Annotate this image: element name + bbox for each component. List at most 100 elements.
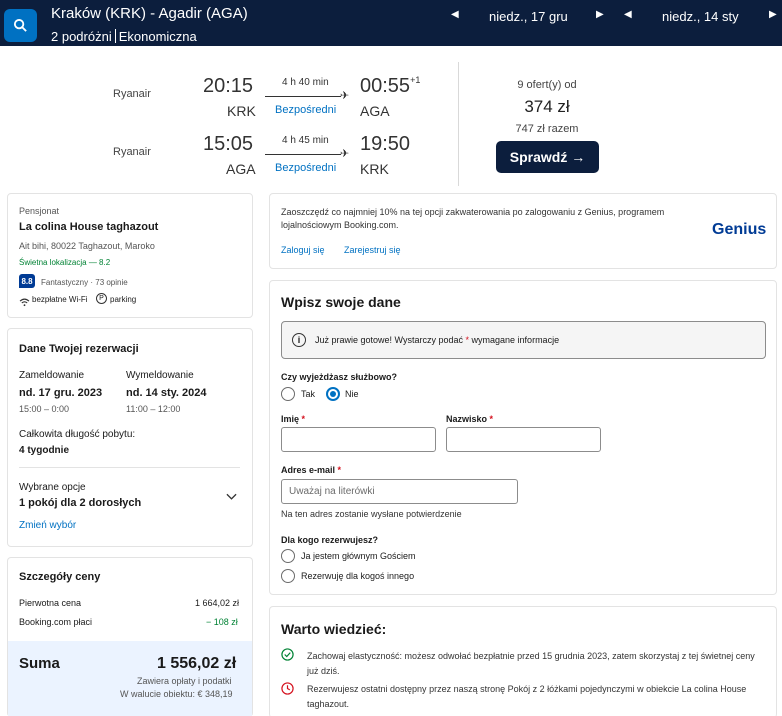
- required-star: *: [301, 414, 306, 424]
- inbound-airline: Ryanair: [113, 146, 151, 158]
- inbound-arr-code: KRK: [360, 161, 389, 177]
- last-name-label: Nazwisko *: [446, 414, 493, 424]
- radio-business-yes[interactable]: [281, 387, 295, 401]
- amenity-parking: parking: [110, 295, 137, 304]
- radio-main-guest[interactable]: [281, 549, 295, 563]
- inbound-duration: 4 h 45 min: [282, 135, 329, 146]
- info-icon: i: [292, 333, 306, 347]
- radio-main-guest-label[interactable]: Ja jestem głównym Gościem: [301, 551, 416, 561]
- cabin-class: Ekonomiczna: [118, 29, 197, 44]
- wifi-icon: [19, 294, 30, 312]
- radio-no-label[interactable]: Nie: [345, 389, 359, 399]
- flight-price-total: 747 zł razem: [515, 123, 579, 135]
- divider: [19, 467, 240, 468]
- divider: [458, 62, 459, 186]
- inbound-arr-time: 19:50: [360, 133, 411, 155]
- amenity-wifi: bezpłatne Wi-Fi: [32, 295, 88, 304]
- location-score: Świetna lokalizacja — 8.2: [19, 258, 111, 267]
- checkout-date: nd. 14 sty. 2024: [126, 387, 207, 399]
- review-score-text: Fantastyczny · 73 opinie: [41, 278, 128, 287]
- offers-count: 9 ofert(y) od: [517, 79, 577, 91]
- outbound-stops: Bezpośredni: [275, 104, 337, 116]
- outbound-arr-time: 00:55+1: [360, 75, 420, 98]
- last-name-label-text: Nazwisko: [446, 414, 488, 424]
- last-name-input[interactable]: [446, 427, 601, 452]
- day-offset: +1: [410, 75, 421, 85]
- property-address: Ait bihi, 80022 Taghazout, Maroko: [19, 241, 155, 251]
- review-score-badge: 8.8: [19, 274, 35, 288]
- total-value: 1 556,02 zł: [157, 655, 237, 672]
- depart-next-arrow[interactable]: ▶: [596, 9, 604, 20]
- reservation-title: Dane Twojej rezerwacji: [19, 343, 139, 355]
- email-placeholder: Uważaj na literówki: [289, 486, 375, 497]
- route-title[interactable]: Kraków (KRK) - Agadir (AGA): [51, 5, 248, 22]
- travellers-count: 2 podróżni: [51, 29, 112, 44]
- depart-date[interactable]: niedz., 17 gru: [489, 9, 568, 24]
- outbound-dep-code: KRK: [227, 103, 256, 119]
- depart-prev-arrow[interactable]: ◀: [451, 9, 459, 20]
- inbound-dep-time: 15:05: [203, 133, 254, 155]
- search-summary-bar: Kraków (KRK) - Agadir (AGA) 2 podróżni Ek…: [0, 0, 782, 46]
- info-text-end: wymagane informacje: [471, 335, 560, 345]
- radio-business-no[interactable]: [326, 387, 340, 401]
- change-selection-link[interactable]: Zmień wybór: [19, 520, 76, 531]
- check-button[interactable]: Sprawdź →: [496, 141, 599, 173]
- outbound-route-line: [265, 96, 341, 97]
- email-hint: Na ten adres zostanie wysłane potwierdze…: [281, 509, 462, 519]
- chevron-down-icon[interactable]: [226, 488, 237, 506]
- radio-someone-else[interactable]: [281, 569, 295, 583]
- total-note-taxes: Zawiera opłaty i podatki: [137, 676, 232, 686]
- good-to-know-item-1: Zachowaj elastyczność: możesz odwołać be…: [307, 651, 755, 676]
- flight-price: 374 zł: [524, 97, 570, 116]
- discount-value: − 108 zł: [206, 617, 238, 627]
- business-question: Czy wyjeżdżasz służbowo?: [281, 372, 398, 382]
- outbound-dep-time: 20:15: [203, 75, 254, 97]
- genius-logo: Genius: [712, 221, 767, 238]
- stay-value: 4 tygodnie: [19, 445, 70, 456]
- property-name: La colina House taghazout: [19, 221, 159, 233]
- inbound-stops: Bezpośredni: [275, 162, 337, 174]
- total-note-currency: W walucie obiektu: € 348,19: [120, 689, 233, 699]
- good-to-know-title: Warto wiedzieć:: [281, 621, 387, 637]
- email-input[interactable]: Uważaj na literówki: [281, 479, 518, 504]
- options-value: 1 pokój dla 2 dorosłych: [19, 497, 142, 509]
- checkout-label: Wymeldowanie: [126, 370, 194, 381]
- plane-icon: ✈: [340, 90, 350, 102]
- inbound-dep-code: AGA: [226, 161, 256, 177]
- discount-label: Booking.com płaci: [19, 617, 93, 627]
- first-name-label: Imię *: [281, 414, 305, 424]
- stay-label: Całkowita długość pobytu:: [19, 429, 136, 440]
- required-star: *: [489, 414, 494, 424]
- options-label: Wybrane opcje: [19, 482, 86, 493]
- inbound-route-line: [265, 154, 341, 155]
- outbound-duration: 4 h 40 min: [282, 77, 329, 88]
- first-name-input[interactable]: [281, 427, 436, 452]
- check-circle-icon: [281, 648, 294, 666]
- for-whom-question: Dla kogo rezerwujesz?: [281, 535, 379, 545]
- first-name-label-text: Imię: [281, 414, 300, 424]
- search-button[interactable]: [4, 9, 37, 42]
- return-next-arrow[interactable]: ▶: [769, 9, 777, 20]
- outbound-arr-time-value: 00:55: [360, 75, 411, 97]
- original-price-value: 1 664,02 zł: [195, 598, 240, 608]
- required-star: *: [465, 335, 470, 345]
- clock-icon: [281, 682, 294, 700]
- return-date[interactable]: niedz., 14 sty: [662, 9, 739, 24]
- genius-text: Zaoszczędź co najmniej 10% na tej opcji …: [281, 207, 665, 230]
- outbound-airline: Ryanair: [113, 88, 151, 100]
- plane-icon: ✈: [340, 148, 350, 160]
- property-type: Pensjonat: [19, 206, 60, 216]
- radio-yes-label[interactable]: Tak: [301, 389, 315, 399]
- required-star: *: [337, 465, 342, 475]
- login-link[interactable]: Zaloguj się: [281, 245, 325, 255]
- register-link[interactable]: Zarejestruj się: [344, 245, 401, 255]
- travel-details[interactable]: 2 podróżni Ekonomiczna: [51, 29, 197, 44]
- checkout-time: 11:00 – 12:00: [126, 404, 181, 414]
- search-icon: [13, 18, 27, 32]
- email-label-text: Adres e-mail: [281, 465, 336, 475]
- radio-someone-else-label[interactable]: Rezerwuję dla kogoś innego: [301, 571, 414, 581]
- info-text: Już prawie gotowe! Wystarczy podać * wym…: [315, 335, 559, 345]
- return-prev-arrow[interactable]: ◀: [624, 9, 632, 20]
- good-to-know-item-2: Rezerwujesz ostatni dostępny przez naszą…: [307, 684, 747, 709]
- checkin-date: nd. 17 gru. 2023: [19, 387, 103, 399]
